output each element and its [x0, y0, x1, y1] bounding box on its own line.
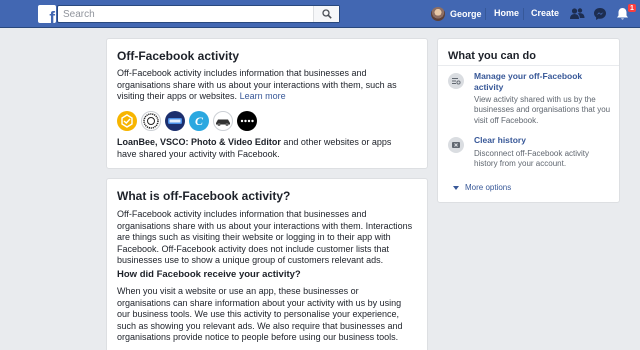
- panel-title: What you can do: [448, 50, 536, 62]
- manage-activity-link[interactable]: Manage your off-Facebook activity: [474, 71, 610, 92]
- home-link[interactable]: Home: [494, 8, 519, 18]
- vsco-app-icon[interactable]: [141, 111, 161, 131]
- car-app-icon[interactable]: [213, 111, 233, 131]
- canva-icon: C: [194, 113, 203, 128]
- learn-more-link[interactable]: Learn more: [240, 91, 286, 101]
- top-navigation-bar: f George Home Create: [0, 0, 640, 28]
- friend-requests-button[interactable]: [569, 6, 585, 22]
- canva-app-icon[interactable]: C: [189, 111, 209, 131]
- search-bar: [57, 5, 340, 23]
- clear-history-description: Disconnect off-Facebook activity history…: [474, 149, 590, 169]
- card-title: Off-Facebook activity: [117, 49, 240, 63]
- nav-divider: [485, 8, 486, 20]
- off-facebook-activity-card: Off-Facebook activity Off-Facebook activ…: [106, 38, 428, 169]
- more-options-button[interactable]: More options: [453, 183, 511, 192]
- facebook-logo[interactable]: f: [38, 5, 56, 23]
- car-icon: [216, 119, 230, 126]
- caret-down-icon: [453, 185, 459, 190]
- search-icon: [321, 9, 332, 19]
- messenger-button[interactable]: [592, 6, 608, 22]
- what-is-off-facebook-card: What is off-Facebook activity? Off-Faceb…: [106, 178, 428, 350]
- friends-icon: [570, 8, 585, 19]
- dots-app-icon[interactable]: [237, 111, 257, 131]
- search-button[interactable]: [313, 6, 339, 22]
- avatar: [431, 7, 445, 21]
- manage-activity-description: View activity shared with us by the busi…: [474, 95, 611, 125]
- clear-history-icon: [448, 137, 464, 153]
- card-description: Off-Facebook activity includes informati…: [117, 209, 413, 266]
- nav-divider: [523, 8, 524, 20]
- shared-apps-summary: LoanBee, VSCO: Photo & Video Editor and …: [117, 137, 392, 159]
- bee-icon: [121, 114, 133, 128]
- vsco-icon: [143, 113, 159, 129]
- notification-badge: 1: [627, 3, 637, 13]
- divider: [438, 65, 619, 66]
- card-description: Off-Facebook activity includes informati…: [117, 68, 397, 102]
- clear-history-link[interactable]: Clear history: [474, 135, 610, 146]
- sky-app-icon[interactable]: [165, 111, 185, 131]
- card-title: What is off-Facebook activity?: [117, 189, 291, 203]
- profile-link[interactable]: George: [431, 6, 482, 22]
- list-settings-icon: [448, 73, 464, 89]
- what-you-can-do-panel: What you can do Manage your off-Facebook…: [437, 38, 620, 203]
- search-input[interactable]: [58, 6, 316, 22]
- more-options-label: More options: [465, 183, 512, 192]
- sky-icon: [168, 118, 182, 124]
- loanbee-app-icon[interactable]: [117, 111, 137, 131]
- app-icon-list: C: [117, 111, 257, 131]
- section-subheading: How did Facebook receive your activity?: [117, 269, 301, 280]
- section-description: When you visit a website or use an app, …: [117, 286, 403, 343]
- user-name: George: [450, 9, 482, 19]
- dots-icon: [240, 119, 254, 123]
- messenger-icon: [594, 8, 606, 20]
- create-link[interactable]: Create: [531, 8, 559, 18]
